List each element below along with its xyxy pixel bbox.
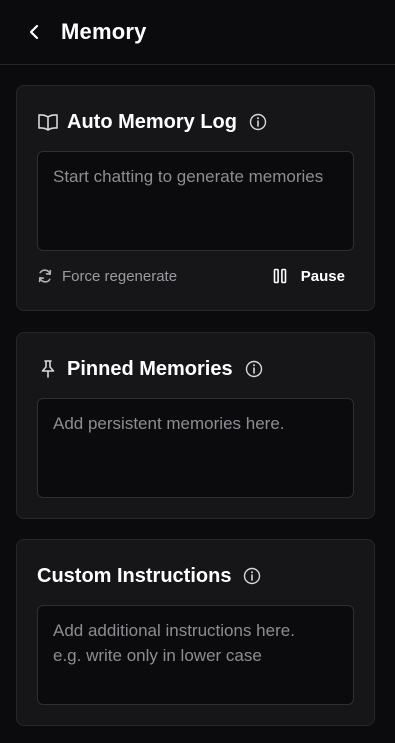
refresh-icon: [38, 269, 52, 283]
info-icon[interactable]: [243, 567, 261, 585]
info-icon[interactable]: [249, 113, 267, 131]
pinned-memories-card: Pinned Memories: [16, 332, 375, 519]
pin-icon: [37, 358, 59, 380]
info-icon[interactable]: [245, 360, 263, 378]
chevron-left-icon: [29, 24, 39, 40]
custom-instructions-textarea[interactable]: [37, 605, 354, 705]
auto-memory-title: Auto Memory Log: [67, 111, 237, 133]
page-title: Memory: [61, 19, 147, 44]
force-regenerate-button[interactable]: Force regenerate: [37, 268, 177, 285]
pause-icon: [273, 268, 287, 284]
auto-memory-card: Auto Memory Log Force regenerate Pause: [16, 85, 375, 311]
pause-label: Pause: [300, 267, 345, 285]
auto-memory-textarea[interactable]: [37, 151, 354, 251]
custom-instructions-card: Custom Instructions: [16, 539, 375, 726]
pinned-memories-title: Pinned Memories: [67, 358, 233, 380]
book-open-icon: [37, 111, 59, 133]
header-bar: Memory: [0, 0, 395, 65]
force-regenerate-label: Force regenerate: [62, 267, 178, 285]
custom-instructions-title: Custom Instructions: [37, 565, 232, 587]
pinned-memories-textarea[interactable]: [37, 398, 354, 498]
back-button[interactable]: [22, 20, 46, 44]
pause-button[interactable]: Pause: [273, 268, 345, 285]
